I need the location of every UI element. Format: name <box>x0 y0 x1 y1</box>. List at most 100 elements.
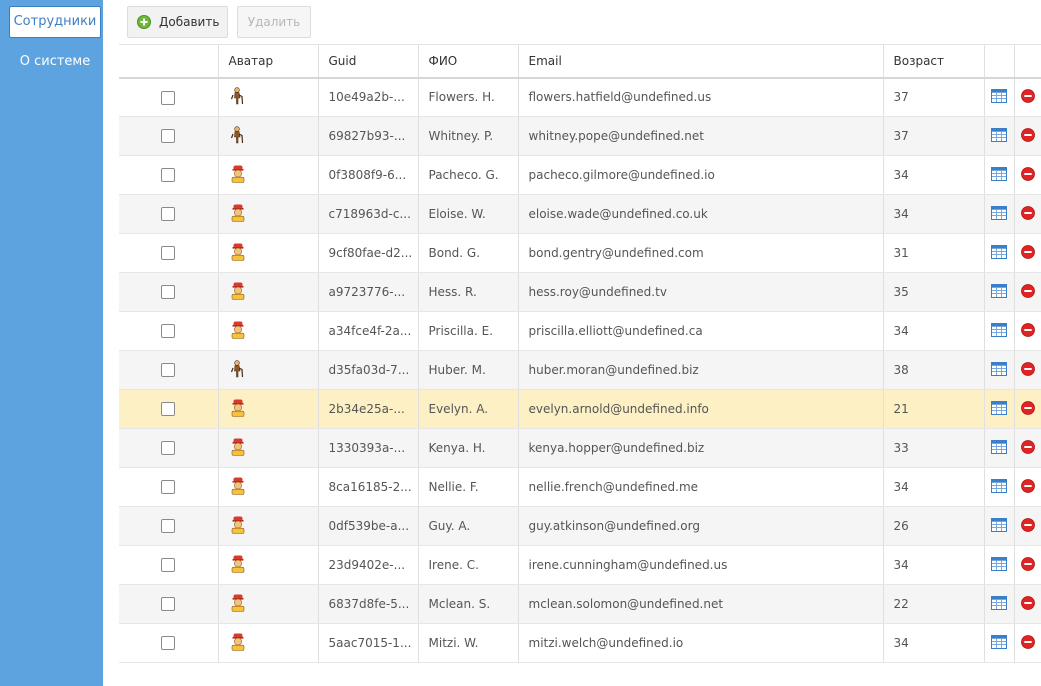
guid-cell: 9cf80fae-d2... <box>317 233 418 273</box>
age-cell: 34 <box>882 311 984 351</box>
row-checkbox[interactable] <box>161 324 176 339</box>
table-row[interactable]: 6837d8fe-5... Mclean. S. mclean.solomon@un… <box>119 584 1041 624</box>
row-select-cell <box>119 311 218 351</box>
name-cell: Pacheco. G. <box>417 155 518 195</box>
edit-calendar-icon[interactable] <box>991 595 1007 613</box>
edit-calendar-icon[interactable] <box>991 439 1007 457</box>
table-row[interactable]: 9cf80fae-d2... Bond. G. bond.gentry@undefi… <box>119 233 1041 273</box>
column-header-avatar[interactable]: Аватар <box>217 44 318 79</box>
row-checkbox[interactable] <box>161 636 176 651</box>
delete-icon[interactable] <box>1020 439 1035 457</box>
add-button-label: Добавить <box>159 15 220 29</box>
person-icon <box>229 477 247 498</box>
table-row[interactable]: 23d9402e-... Irene. C. irene.cunningham@un… <box>119 545 1041 585</box>
table-row[interactable]: 0df539be-a... Guy. A. guy.atkinson@undefin… <box>119 506 1041 546</box>
delete-icon[interactable] <box>1020 400 1035 418</box>
guid-cell: 2b34e25a-... <box>317 389 418 429</box>
add-button[interactable]: Добавить <box>127 6 228 38</box>
delete-cell <box>1013 467 1041 507</box>
table-row[interactable]: 8ca16185-2... Nellie. F. nellie.french@und… <box>119 467 1041 507</box>
delete-icon[interactable] <box>1020 283 1035 301</box>
edit-calendar-icon[interactable] <box>991 400 1007 418</box>
column-header-age[interactable]: Возраст <box>882 44 984 79</box>
elderly-person-icon <box>229 87 247 108</box>
table-row[interactable]: a34fce4f-2a... Priscilla. E. priscilla.ell… <box>119 311 1041 351</box>
name-cell: Eloise. W. <box>417 194 518 234</box>
row-checkbox[interactable] <box>161 402 176 417</box>
edit-calendar-icon[interactable] <box>991 127 1007 145</box>
edit-calendar-icon[interactable] <box>991 556 1007 574</box>
name-cell: Mitzi. W. <box>417 623 518 663</box>
row-checkbox[interactable] <box>161 90 176 105</box>
row-checkbox[interactable] <box>161 519 176 534</box>
column-header-guid[interactable]: Guid <box>317 44 418 79</box>
avatar-cell <box>217 623 318 663</box>
edit-cell <box>983 272 1014 312</box>
row-checkbox[interactable] <box>161 285 176 300</box>
edit-calendar-icon[interactable] <box>991 205 1007 223</box>
delete-icon[interactable] <box>1020 517 1035 535</box>
name-cell: Nellie. F. <box>417 467 518 507</box>
edit-calendar-icon[interactable] <box>991 166 1007 184</box>
avatar-cell <box>217 272 318 312</box>
edit-calendar-icon[interactable] <box>991 88 1007 106</box>
delete-icon[interactable] <box>1020 634 1035 652</box>
table-row[interactable]: 1330393a-... Kenya. H. kenya.hopper@undefi… <box>119 428 1041 468</box>
delete-icon[interactable] <box>1020 478 1035 496</box>
edit-calendar-icon[interactable] <box>991 361 1007 379</box>
delete-icon[interactable] <box>1020 205 1035 223</box>
row-checkbox[interactable] <box>161 480 176 495</box>
edit-calendar-icon[interactable] <box>991 244 1007 262</box>
row-checkbox[interactable] <box>161 246 176 261</box>
email-cell: irene.cunningham@undefined.us <box>517 545 883 585</box>
delete-icon[interactable] <box>1020 556 1035 574</box>
table-row[interactable]: 5aac7015-1... Mitzi. W. mitzi.welch@undefi… <box>119 623 1041 663</box>
table-row[interactable]: 10e49a2b-... Flowers. H. flowers.hatfield@… <box>119 77 1041 117</box>
avatar-cell <box>217 545 318 585</box>
table-row[interactable]: c718963d-c... Eloise. W. eloise.wade@undef… <box>119 194 1041 234</box>
email-cell: mitzi.welch@undefined.io <box>517 623 883 663</box>
row-checkbox[interactable] <box>161 207 176 222</box>
delete-button[interactable]: Удалить <box>237 6 311 38</box>
edit-cell <box>983 311 1014 351</box>
delete-icon[interactable] <box>1020 88 1035 106</box>
table-row[interactable]: a9723776-... Hess. R. hess.roy@undefined.t… <box>119 272 1041 312</box>
delete-cell <box>1013 272 1041 312</box>
row-checkbox[interactable] <box>161 597 176 612</box>
edit-calendar-icon[interactable] <box>991 283 1007 301</box>
column-header-email[interactable]: Email <box>517 44 883 79</box>
row-checkbox[interactable] <box>161 168 176 183</box>
name-cell: Irene. C. <box>417 545 518 585</box>
person-icon <box>229 165 247 186</box>
delete-icon[interactable] <box>1020 127 1035 145</box>
row-checkbox[interactable] <box>161 363 176 378</box>
delete-cell <box>1013 506 1041 546</box>
edit-calendar-icon[interactable] <box>991 634 1007 652</box>
delete-icon[interactable] <box>1020 244 1035 262</box>
row-select-cell <box>119 545 218 585</box>
table-row[interactable]: 0f3808f9-6... Pacheco. G. pacheco.gilmore@… <box>119 155 1041 195</box>
delete-icon[interactable] <box>1020 595 1035 613</box>
column-header-name[interactable]: ФИО <box>417 44 518 79</box>
nav-item-about[interactable]: О системе <box>9 47 101 77</box>
guid-cell: 5aac7015-1... <box>317 623 418 663</box>
elderly-person-icon <box>229 125 247 147</box>
edit-calendar-icon[interactable] <box>991 478 1007 496</box>
row-checkbox[interactable] <box>161 441 176 456</box>
email-cell: bond.gentry@undefined.com <box>517 233 883 273</box>
table-row[interactable]: 2b34e25a-... Evelyn. A. evelyn.arnold@unde… <box>119 389 1041 429</box>
nav-item-employees[interactable]: Сотрудники <box>9 6 101 38</box>
delete-icon[interactable] <box>1020 166 1035 184</box>
table-row[interactable]: 69827b93-... Whitney. P. whitney.pope@unde… <box>119 116 1041 156</box>
row-checkbox[interactable] <box>161 558 176 573</box>
person-icon <box>229 516 247 537</box>
row-select-cell <box>119 506 218 546</box>
delete-icon[interactable] <box>1020 322 1035 340</box>
edit-calendar-icon[interactable] <box>991 517 1007 535</box>
edit-calendar-icon[interactable] <box>991 322 1007 340</box>
table-row[interactable]: d35fa03d-7... Huber. M. huber.moran@undefi… <box>119 350 1041 390</box>
delete-icon[interactable] <box>1020 361 1035 379</box>
avatar-cell <box>217 389 318 429</box>
row-checkbox[interactable] <box>161 129 176 144</box>
employees-table: Аватар Guid ФИО Email Возраст 10e49a2b-.… <box>119 44 1041 663</box>
